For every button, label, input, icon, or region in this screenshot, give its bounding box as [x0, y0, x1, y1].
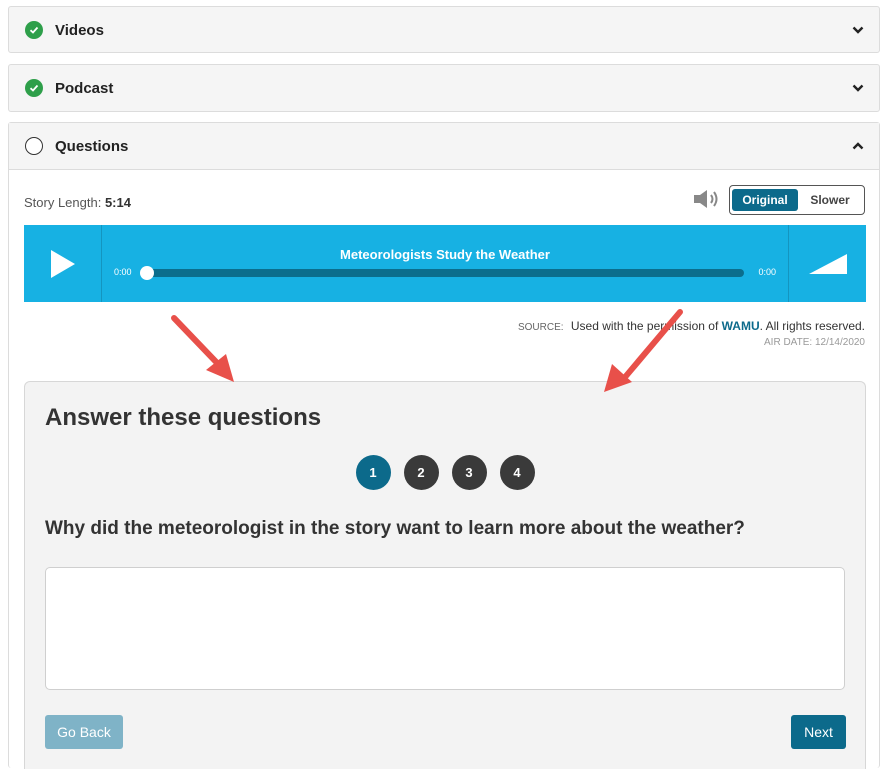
source-text: Used with the permissio — [570, 319, 699, 333]
check-circle-icon — [25, 79, 43, 97]
story-length-value: 5:14 — [104, 195, 131, 210]
source-line: SOURCE: Used with the permission of WAMU… — [518, 319, 865, 333]
track-title: Meteorologists Study the Weather — [340, 247, 550, 262]
play-icon — [50, 249, 75, 278]
videos-title: Videos — [55, 21, 104, 39]
play-button[interactable] — [24, 225, 102, 302]
questions-header[interactable]: Questions — [9, 123, 879, 170]
question-text: Why did the meteorologist in the story w… — [45, 518, 745, 539]
track-area: Meteorologists Study the Weather 0:00 0:… — [102, 225, 788, 302]
podcast-header[interactable]: Podcast — [9, 65, 879, 111]
videos-section: Videos — [8, 6, 880, 53]
videos-header[interactable]: Videos — [9, 7, 879, 53]
speaker-icon[interactable] — [693, 187, 723, 211]
original-speed-button[interactable]: Original — [732, 189, 798, 211]
story-length: Story Length: 5:14 — [24, 195, 131, 210]
current-time: 0:00 — [114, 267, 132, 277]
podcast-section: Podcast — [8, 64, 880, 112]
speed-toggle: Original Slower — [729, 185, 865, 215]
step-1[interactable]: 1 — [355, 455, 391, 490]
slower-speed-button[interactable]: Slower — [798, 189, 862, 211]
questions-section: Questions Story Length: 5:14 Original Sl… — [8, 122, 880, 769]
chevron-down-icon[interactable] — [851, 81, 865, 95]
empty-circle-icon — [25, 137, 43, 155]
source-rights: . All rights reserved. — [759, 319, 865, 333]
volume-control[interactable] — [788, 225, 866, 302]
progress-bar[interactable] — [146, 269, 744, 277]
podcast-title: Podcast — [55, 79, 114, 97]
chevron-up-icon[interactable] — [851, 139, 865, 153]
progress-handle[interactable] — [140, 266, 154, 280]
step-3[interactable]: 3 — [451, 455, 487, 490]
questions-title: Questions — [55, 137, 129, 155]
story-length-label: Story Length: — [24, 195, 102, 210]
step-4[interactable]: 4 — [499, 455, 535, 490]
step-2[interactable]: 2 — [403, 455, 439, 490]
question-steps: 1 2 3 4 — [25, 455, 865, 490]
check-circle-icon — [25, 21, 43, 39]
next-button[interactable]: Next — [791, 715, 846, 749]
answer-field[interactable] — [45, 567, 845, 690]
source-label: SOURCE: — [517, 322, 564, 333]
total-time: 0:00 — [758, 267, 776, 277]
audio-player: Meteorologists Study the Weather 0:00 0:… — [24, 225, 866, 302]
go-back-button[interactable]: Go Back — [45, 715, 123, 749]
quiz-box: Answer these questions 1 2 3 4 Why did t… — [24, 381, 866, 769]
quiz-heading: Answer these questions — [45, 404, 322, 431]
source-org-link[interactable]: WAMU — [722, 319, 760, 333]
chevron-down-icon[interactable] — [851, 23, 865, 37]
air-date: AIR DATE: 12/14/2020 — [764, 337, 865, 348]
volume-icon — [808, 253, 847, 274]
source-text-hidden: n of — [698, 319, 722, 333]
